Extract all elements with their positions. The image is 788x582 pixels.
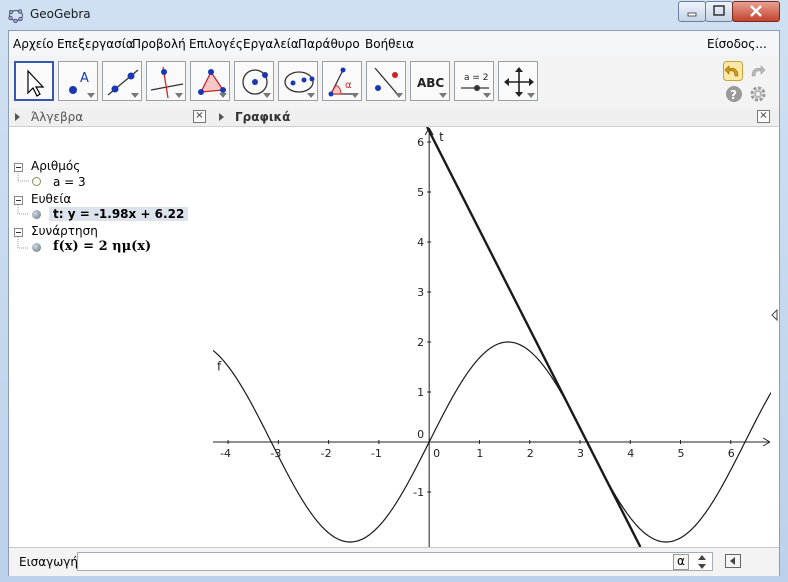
history-arrows-icon[interactable] xyxy=(697,554,707,570)
x-tick-label: 2 xyxy=(527,447,534,460)
input-bar: Εισαγωγή: α xyxy=(9,547,779,576)
redo-icon[interactable] xyxy=(747,61,767,81)
graphics-view[interactable]: Γραφικά × -4 -3 -2 -1 0 1 2 3 4 5 6 6 5 4 3 2 1 0 -1 f t xyxy=(213,108,779,547)
svg-text:α: α xyxy=(345,80,352,91)
svg-text:?: ? xyxy=(730,88,737,102)
collapse-function-icon[interactable] xyxy=(14,228,23,237)
graphics-canvas[interactable]: -4 -3 -2 -1 0 1 2 3 4 5 66543210-1ft xyxy=(213,127,771,547)
sign-in-link[interactable]: Είσοδος... xyxy=(707,37,767,51)
collapse-number-icon[interactable] xyxy=(14,163,23,172)
close-window-button[interactable] xyxy=(732,1,780,22)
command-input[interactable] xyxy=(77,552,713,571)
window-title: GeoGebra xyxy=(30,7,91,21)
y-tick-label: 3 xyxy=(417,286,424,299)
menu-file[interactable]: Αρχείο xyxy=(13,37,54,51)
close-graphics-button[interactable]: × xyxy=(757,110,770,123)
menu-bar: Αρχείο Επεξεργασία Προβολή Επιλογές Εργα… xyxy=(9,31,779,56)
y-tick-label: 4 xyxy=(417,236,424,249)
group-line: Ευθεία xyxy=(31,192,72,206)
settings-gear-icon[interactable] xyxy=(749,85,767,103)
y-tick-label: -1 xyxy=(413,486,424,499)
x-tick-label: 1 xyxy=(476,447,483,460)
group-number: Αριθμός xyxy=(31,159,81,173)
y-tick-label: 5 xyxy=(417,186,424,199)
x-tick-label: 3 xyxy=(577,447,584,460)
perpendicular-tool[interactable] xyxy=(146,61,186,101)
line-tool[interactable] xyxy=(102,61,142,101)
undo-icon[interactable] xyxy=(723,61,743,81)
menu-help[interactable]: Βοήθεια xyxy=(365,37,414,51)
minimize-button[interactable] xyxy=(678,1,706,22)
slider-tool[interactable]: a = 2 xyxy=(454,61,494,101)
title-bar: GeoGebra xyxy=(0,0,788,30)
collapse-line-icon[interactable] xyxy=(14,196,23,205)
algebra-item-f[interactable]: f(x) = 2 ημ(x) xyxy=(53,239,151,254)
y-tick-label: 1 xyxy=(417,386,424,399)
graphics-title: Γραφικά xyxy=(235,110,291,124)
maximize-button[interactable] xyxy=(705,1,733,22)
menu-window[interactable]: Παράθυρο xyxy=(298,37,360,51)
reflect-tool[interactable] xyxy=(366,61,406,101)
tangent-line-t xyxy=(426,127,642,547)
cursor-arrow-icon xyxy=(27,69,45,97)
visible-object-icon[interactable] xyxy=(32,210,41,219)
ellipse-tool[interactable] xyxy=(278,61,318,101)
x-tick-label: 4 xyxy=(627,447,634,460)
x-tick-label: -1 xyxy=(371,447,382,460)
geogebra-logo-icon xyxy=(8,9,24,23)
angle-tool[interactable]: α xyxy=(322,61,362,101)
greek-symbols-button[interactable]: α xyxy=(673,554,689,570)
menu-edit[interactable]: Επεξεργασία xyxy=(57,37,134,51)
y-tick-label: 2 xyxy=(417,336,424,349)
move-view-tool[interactable] xyxy=(498,61,538,101)
input-help-icon[interactable] xyxy=(725,554,741,568)
x-tick-label: -4 xyxy=(220,447,231,460)
menu-view[interactable]: Προβολή xyxy=(132,37,186,51)
x-tick-label: 0 xyxy=(433,447,440,460)
expand-triangle-icon[interactable] xyxy=(219,113,224,121)
menu-options[interactable]: Επιλογές xyxy=(189,37,243,51)
visible-object-icon[interactable] xyxy=(32,243,41,252)
svg-text:ABC: ABC xyxy=(417,76,444,90)
svg-text:A: A xyxy=(80,71,89,86)
svg-text:a = 2: a = 2 xyxy=(464,73,489,83)
group-function: Συνάρτηση xyxy=(31,224,98,238)
input-label: Εισαγωγή: xyxy=(19,555,83,569)
polygon-tool[interactable] xyxy=(190,61,230,101)
side-panel-toggle-icon[interactable] xyxy=(771,308,779,322)
hidden-object-icon[interactable] xyxy=(32,177,41,186)
y-tick-label: 6 xyxy=(417,136,424,149)
y-tick-label: 0 xyxy=(417,428,424,441)
algebra-item-t[interactable]: t: y = -1.98x + 6.22 xyxy=(49,207,189,221)
main-window: Αρχείο Επεξεργασία Προβολή Επιλογές Εργα… xyxy=(8,30,780,576)
text-tool[interactable]: ABC xyxy=(410,61,450,101)
toolbar: A α ABC a = 2 ? xyxy=(9,56,779,108)
app-window: GeoGebra Αρχείο Επεξεργασία Προβολή Επιλ… xyxy=(0,0,788,582)
help-icon[interactable]: ? xyxy=(725,85,743,103)
x-tick-label: 5 xyxy=(678,447,685,460)
algebra-item-a[interactable]: a = 3 xyxy=(53,175,86,189)
minimize-icon xyxy=(687,12,697,17)
maximize-icon xyxy=(713,5,725,16)
x-tick-label: -2 xyxy=(321,447,332,460)
menu-tools[interactable]: Εργαλεία xyxy=(243,37,299,51)
algebra-view: Άλγεβρα × Αριθμός a = 3 Ευθεία t: y = -1… xyxy=(9,108,214,547)
move-tool[interactable] xyxy=(14,61,54,101)
x-tick-label: 6 xyxy=(728,447,735,460)
close-icon xyxy=(750,5,762,17)
line-label: t xyxy=(439,130,444,144)
graphics-header: Γραφικά × xyxy=(213,108,779,127)
circle-tool[interactable] xyxy=(234,61,274,101)
point-tool[interactable]: A xyxy=(58,61,98,101)
function-label: f xyxy=(217,359,222,373)
